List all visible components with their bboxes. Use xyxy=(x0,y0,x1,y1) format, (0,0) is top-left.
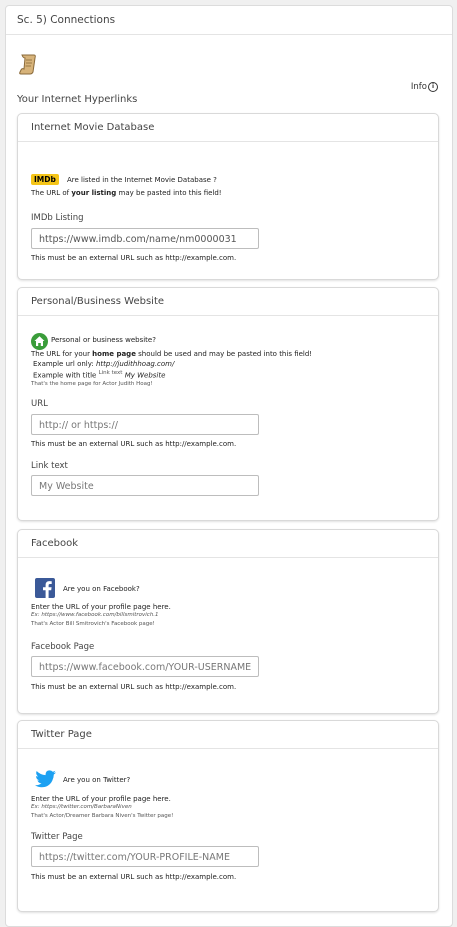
website-link-text-input[interactable]: My Website xyxy=(31,475,259,496)
scroll-icon xyxy=(19,54,36,75)
connections-section: Sc. 5) Connections Info i Your Internet … xyxy=(5,5,453,927)
imdb-paste-bold: your listing xyxy=(71,189,117,197)
website-url-label: URL xyxy=(31,399,48,409)
facebook-instruction: Enter the URL of your profile page here. xyxy=(31,603,171,611)
imdb-question: Are listed in the Internet Movie Databas… xyxy=(66,176,217,184)
facebook-card-header: Facebook xyxy=(18,530,438,558)
section-subtitle: Your Internet Hyperlinks xyxy=(17,94,138,105)
imdb-card: Internet Movie Database IMDb Are listed … xyxy=(17,113,439,280)
website-example-url: http://judithhoag.com/ xyxy=(95,360,175,368)
website-url-bold: home page xyxy=(92,350,136,358)
facebook-icon xyxy=(35,578,55,598)
facebook-page-input[interactable]: https://www.facebook.com/YOUR-USERNAME xyxy=(31,656,259,677)
twitter-page-input[interactable]: https://twitter.com/YOUR-PROFILE-NAME xyxy=(31,846,259,867)
imdb-listing-input[interactable]: https://www.imdb.com/name/nm0000031 xyxy=(31,228,259,249)
home-icon xyxy=(31,333,48,350)
twitter-card-header: Twitter Page xyxy=(18,721,438,749)
imdb-logo-icon: IMDb xyxy=(31,174,59,185)
website-url-pre: The URL for your xyxy=(31,350,93,358)
imdb-paste-note: The URL of your listing may be pasted in… xyxy=(31,189,222,197)
website-link-text-label: Link text xyxy=(31,461,68,471)
website-url-input[interactable]: http:// or https:// xyxy=(31,414,259,435)
twitter-icon xyxy=(35,770,56,788)
imdb-card-header: Internet Movie Database xyxy=(18,114,438,142)
twitter-question: Are you on Twitter? xyxy=(63,776,131,784)
imdb-hint: This must be an external URL such as htt… xyxy=(31,254,237,262)
website-question: Personal or business website? xyxy=(51,336,156,344)
info-icon: i xyxy=(428,82,438,92)
website-example-title-label: Example with title xyxy=(33,371,97,380)
facebook-question: Are you on Facebook? xyxy=(63,585,140,593)
website-url-note: The URL for your home page should be use… xyxy=(31,350,312,358)
info-link[interactable]: Info i xyxy=(411,82,438,92)
website-example-title-row: Example with title Link text My Website xyxy=(33,370,165,379)
info-label: Info xyxy=(410,82,427,92)
website-example-title: My Website xyxy=(124,371,166,380)
website-example-url-row: Example url only: http://judithhoag.com/ xyxy=(33,360,174,368)
twitter-example-note: That's Actor/Dreamer Barbara Niven's Twi… xyxy=(31,813,174,819)
website-url-post: should be used and may be pasted into th… xyxy=(135,350,313,358)
website-example-url-label: Example url only: xyxy=(33,360,96,368)
imdb-question-row: IMDb Are listed in the Internet Movie Da… xyxy=(31,167,217,186)
website-card-header: Personal/Business Website xyxy=(18,288,438,316)
twitter-card: Twitter Page Are you on Twitter? Enter t… xyxy=(17,720,439,912)
section-title: Sc. 5) Connections xyxy=(6,6,452,35)
twitter-instruction: Enter the URL of your profile page here. xyxy=(31,795,171,803)
imdb-field-label: IMDb Listing xyxy=(31,213,84,223)
facebook-hint: This must be an external URL such as htt… xyxy=(31,683,237,691)
website-card: Personal/Business Website Personal or bu… xyxy=(17,287,439,521)
twitter-example: Ex: https://twitter.com/BarbaraNiven xyxy=(31,804,132,810)
facebook-field-label: Facebook Page xyxy=(31,642,95,652)
facebook-card: Facebook Are you on Facebook? Enter the … xyxy=(17,529,439,714)
imdb-paste-pre: The URL of xyxy=(31,189,72,197)
imdb-paste-post: may be pasted into this field! xyxy=(116,189,222,197)
facebook-example: Ex: https://www.facebook.com/billsmitrov… xyxy=(31,612,159,618)
website-url-hint: This must be an external URL such as htt… xyxy=(31,440,237,448)
website-example-note: That's the home page for Actor Judith Ho… xyxy=(31,381,153,387)
website-example-title-sup: Link text xyxy=(98,370,123,376)
twitter-hint: This must be an external URL such as htt… xyxy=(31,873,237,881)
facebook-example-note: That's Actor Bill Smitrovich's Facebook … xyxy=(31,621,155,627)
twitter-field-label: Twitter Page xyxy=(31,832,83,842)
